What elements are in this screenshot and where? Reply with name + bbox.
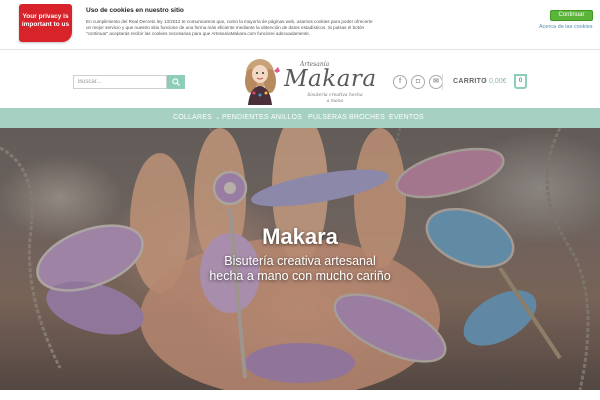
cart-total[interactable]: 0,00€ (489, 78, 507, 85)
page-bottom (0, 390, 600, 400)
site-logo[interactable]: Artesanía Makara bisutería creativa hech… (234, 55, 376, 107)
cookie-title: Uso de cookies en nuestro sitio (86, 7, 184, 14)
main-nav: COLLARES ⌄ PENDIENTES ANILLOS PULSERAS B… (0, 108, 600, 128)
nav-item-label: COLLARES (173, 114, 212, 121)
search-input[interactable] (73, 75, 167, 89)
cart-count-badge[interactable]: 0 (514, 74, 527, 89)
cart-link[interactable]: CARRITO (453, 78, 487, 85)
hero-subtitle-line-2: hecha a mano con mucho cariño (209, 269, 391, 283)
search-button[interactable] (167, 75, 185, 89)
nav-item-pendientes[interactable]: PENDIENTES (222, 108, 269, 128)
email-link[interactable]: ✉ (429, 75, 443, 89)
cookie-consent-bar: Your privacy is important to us Uso de c… (0, 0, 600, 50)
email-icon: ✉ (433, 78, 439, 85)
instagram-link[interactable]: ◘ (411, 75, 425, 89)
cookie-text: En cumplimiento del Real Decreto ley 13/… (86, 19, 373, 36)
cookies-info-link[interactable]: Acerca de las cookies (539, 24, 593, 30)
header-divider (442, 74, 443, 90)
nav-item-broches[interactable]: BROCHES (349, 108, 385, 128)
nav-item-collares[interactable]: COLLARES ⌄ (173, 108, 220, 128)
search-icon (172, 78, 180, 86)
instagram-icon: ◘ (415, 78, 421, 85)
hero-subtitle-line-1: Bisutería creativa artesanal (224, 254, 376, 268)
logo-tagline: bisutería creativa hecha a mano (307, 93, 363, 104)
hero-banner: Makara Bisutería creativa artesanal hech… (0, 128, 600, 390)
hero-subtitle: Bisutería creativa artesanal hecha a man… (190, 254, 410, 284)
chevron-down-icon: ⌄ (215, 115, 221, 121)
privacy-badge[interactable]: Your privacy is important to us (19, 4, 72, 42)
logo-girl-illustration (245, 59, 280, 105)
continue-button[interactable]: Continuar (550, 10, 593, 21)
logo-name: Makara (284, 66, 377, 92)
site-header: Artesanía Makara bisutería creativa hech… (0, 50, 600, 108)
nav-item-pulseras[interactable]: PULSERAS (308, 108, 347, 128)
facebook-link[interactable]: f (393, 75, 407, 89)
facebook-icon: f (398, 78, 402, 85)
cart-separator: / (484, 78, 486, 85)
hero-title: Makara (262, 224, 338, 249)
nav-item-anillos[interactable]: ANILLOS (271, 108, 302, 128)
nav-item-eventos[interactable]: EVENTOS (389, 108, 424, 128)
